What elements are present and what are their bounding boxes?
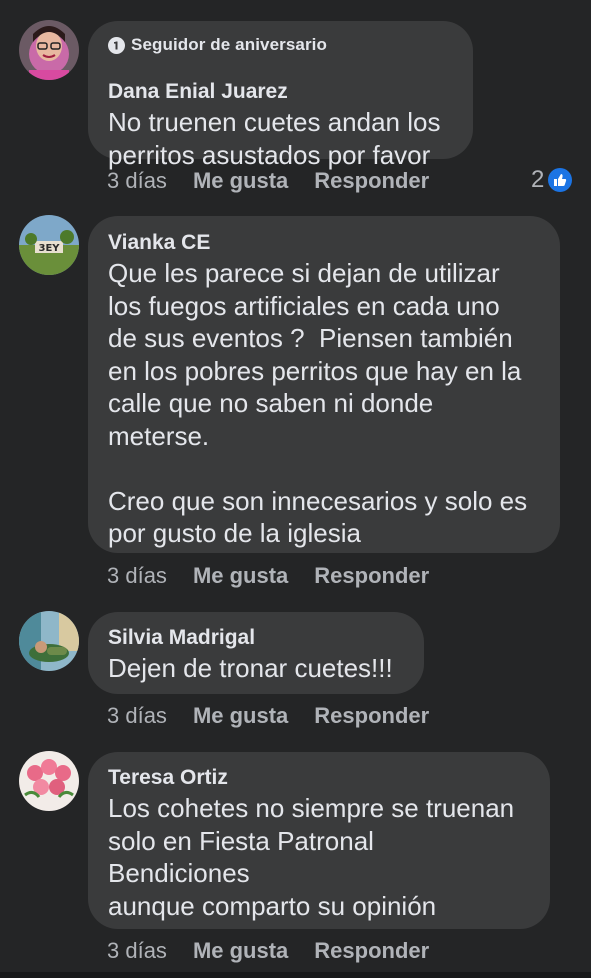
comment-actions: 3 días Me gusta Responder: [107, 936, 429, 966]
author-name[interactable]: Silvia Madrigal: [108, 625, 255, 651]
author-name[interactable]: Teresa Ortiz: [108, 765, 228, 791]
badge-label: Seguidor de aniversario: [131, 35, 327, 54]
like-button[interactable]: Me gusta: [193, 703, 288, 729]
comment-actions: 3 días Me gusta Responder: [107, 701, 429, 731]
like-button[interactable]: Me gusta: [193, 938, 288, 964]
avatar[interactable]: [19, 751, 79, 811]
reply-button[interactable]: Responder: [314, 168, 429, 194]
like-button[interactable]: Me gusta: [193, 168, 288, 194]
comment-time[interactable]: 3 días: [107, 703, 167, 729]
comment-time[interactable]: 3 días: [107, 168, 167, 194]
comment-text: Dejen de tronar cuetes!!!: [108, 653, 393, 683]
reply-button[interactable]: Responder: [314, 703, 429, 729]
comments-page: Seguidor de aniversario Dana Enial Juare…: [0, 0, 591, 978]
avatar[interactable]: 3EY: [19, 215, 79, 275]
comment-actions: 3 días Me gusta Responder: [107, 166, 429, 196]
reply-button[interactable]: Responder: [314, 563, 429, 589]
author-name[interactable]: Vianka CE: [108, 230, 210, 256]
thumbs-up-icon: [548, 168, 573, 192]
comment-actions: 3 días Me gusta Responder: [107, 561, 429, 591]
author-name[interactable]: Dana Enial Juarez: [108, 79, 288, 105]
anniversary-badge: Seguidor de aniversario: [108, 34, 327, 56]
avatar[interactable]: [19, 611, 79, 671]
like-button[interactable]: Me gusta: [193, 563, 288, 589]
reply-button[interactable]: Responder: [314, 938, 429, 964]
reaction-summary[interactable]: 2: [531, 165, 573, 195]
avatar[interactable]: [19, 20, 79, 80]
reaction-count: 2: [531, 166, 545, 193]
bottom-divider: [0, 972, 591, 978]
comment-bubble: Vianka CE Que les parece si dejan de uti…: [88, 216, 560, 553]
comment-bubble: Seguidor de aniversario Dana Enial Juare…: [88, 21, 473, 170]
comment-text: Los cohetes no siempre se truenan solo e…: [108, 793, 515, 921]
comment-text: No truenen cuetes andan los perritos asu…: [108, 107, 441, 170]
comment-text: Que les parece si dejan de utilizar los …: [108, 258, 528, 548]
comment-bubble: Teresa Ortiz Los cohetes no siempre se t…: [88, 752, 550, 929]
anniversary-badge-icon: [108, 36, 125, 54]
svg-text:3EY: 3EY: [38, 243, 60, 254]
comment-time[interactable]: 3 días: [107, 563, 167, 589]
comment-bubble: Silvia Madrigal Dejen de tronar cuetes!!…: [88, 612, 424, 694]
comment-time[interactable]: 3 días: [107, 938, 167, 964]
